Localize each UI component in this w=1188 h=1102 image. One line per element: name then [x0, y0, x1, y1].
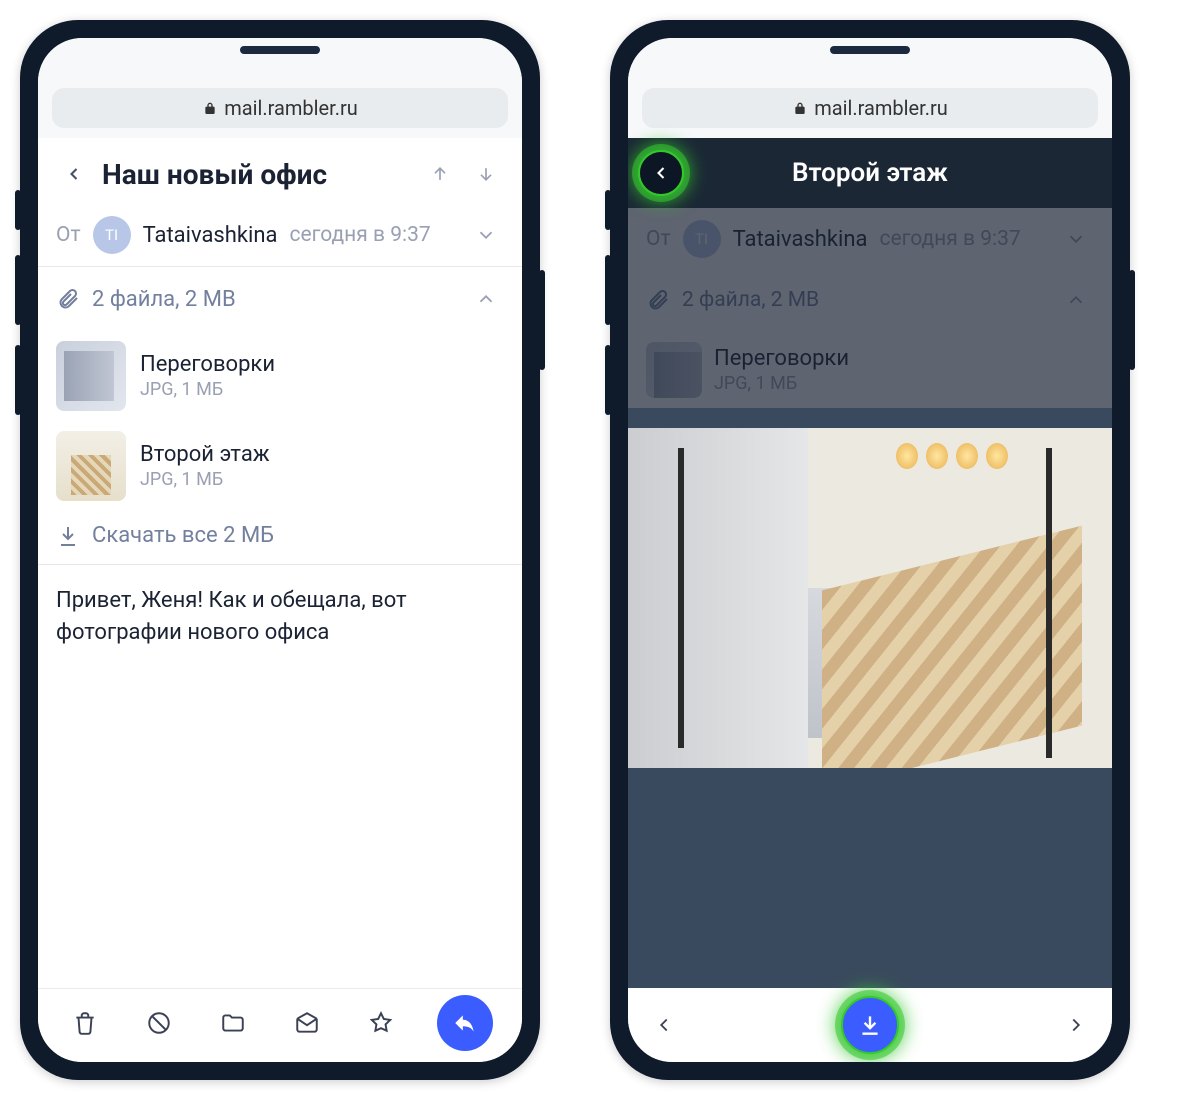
back-button[interactable]	[56, 156, 92, 192]
expand-sender-button[interactable]	[468, 217, 504, 253]
attachment-name: Второй этаж	[140, 442, 270, 467]
url-host: mail.rambler.ru	[224, 96, 358, 120]
viewer-bottom-bar	[628, 988, 1112, 1062]
next-email-button[interactable]	[468, 156, 504, 192]
star-button[interactable]	[363, 1005, 399, 1041]
viewer-prev-button[interactable]	[646, 1007, 682, 1043]
prev-email-button[interactable]	[422, 156, 458, 192]
address-bar[interactable]: mail.rambler.ru	[52, 88, 508, 128]
download-icon	[56, 524, 80, 548]
viewer-title: Второй этаж	[684, 158, 1056, 188]
dimmed-email-behind: От TI Tataivashkina сегодня в 9:37 2 фай…	[628, 208, 1112, 1062]
collapse-attachments-button[interactable]	[468, 281, 504, 317]
email-body: Привет, Женя! Как и обещала, вот фотогра…	[38, 565, 522, 988]
phone-frame-left: mail.rambler.ru Наш новый офис От TI Tat…	[20, 20, 540, 1080]
attachment-thumbnail	[56, 431, 126, 501]
attachment-meta: JPG, 1 МБ	[140, 469, 270, 490]
download-all-label: Скачать все 2 МБ	[92, 523, 274, 548]
spam-button[interactable]	[141, 1005, 177, 1041]
address-bar[interactable]: mail.rambler.ru	[642, 88, 1098, 128]
delete-button[interactable]	[67, 1005, 103, 1041]
attachment-meta: JPG, 1 МБ	[140, 379, 275, 400]
reply-button[interactable]	[437, 995, 493, 1051]
sender-time: сегодня в 9:37	[290, 223, 431, 247]
image-viewer-area	[628, 408, 1112, 988]
viewer-image[interactable]	[628, 428, 1112, 768]
sender-name: Tataivashkina	[143, 223, 278, 248]
screen-left: mail.rambler.ru Наш новый офис От TI Tat…	[38, 38, 522, 1062]
email-subject: Наш новый офис	[102, 158, 412, 191]
move-folder-button[interactable]	[215, 1005, 251, 1041]
viewer-back-button[interactable]	[638, 150, 684, 196]
attachment-name: Переговорки	[140, 352, 275, 377]
attachments-summary-row[interactable]: 2 файла, 2 MB	[38, 267, 522, 331]
mail-header: Наш новый офис	[38, 138, 522, 204]
sender-row[interactable]: От TI Tataivashkina сегодня в 9:37	[38, 204, 522, 267]
mark-read-button[interactable]	[289, 1005, 325, 1041]
browser-chrome: mail.rambler.ru	[628, 38, 1112, 138]
download-all-button[interactable]: Скачать все 2 МБ	[38, 511, 522, 565]
browser-chrome: mail.rambler.ru	[38, 38, 522, 138]
viewer-next-button[interactable]	[1058, 1007, 1094, 1043]
url-host: mail.rambler.ru	[814, 96, 948, 120]
viewer-download-button[interactable]	[841, 996, 899, 1054]
attachment-item[interactable]: Переговорки JPG, 1 МБ	[38, 331, 522, 421]
attachment-thumbnail	[56, 341, 126, 411]
screen-right: mail.rambler.ru Второй этаж От TI Tataiv…	[628, 38, 1112, 1062]
paperclip-icon	[56, 287, 80, 311]
phone-frame-right: mail.rambler.ru Второй этаж От TI Tataiv…	[610, 20, 1130, 1080]
viewer-header: Второй этаж	[628, 138, 1112, 208]
lock-icon	[792, 100, 808, 116]
attachments-summary: 2 файла, 2 MB	[92, 287, 236, 312]
bottom-toolbar	[38, 988, 522, 1062]
lock-icon	[202, 100, 218, 116]
avatar: TI	[93, 216, 131, 254]
attachment-item[interactable]: Второй этаж JPG, 1 МБ	[38, 421, 522, 511]
from-label: От	[56, 223, 81, 247]
